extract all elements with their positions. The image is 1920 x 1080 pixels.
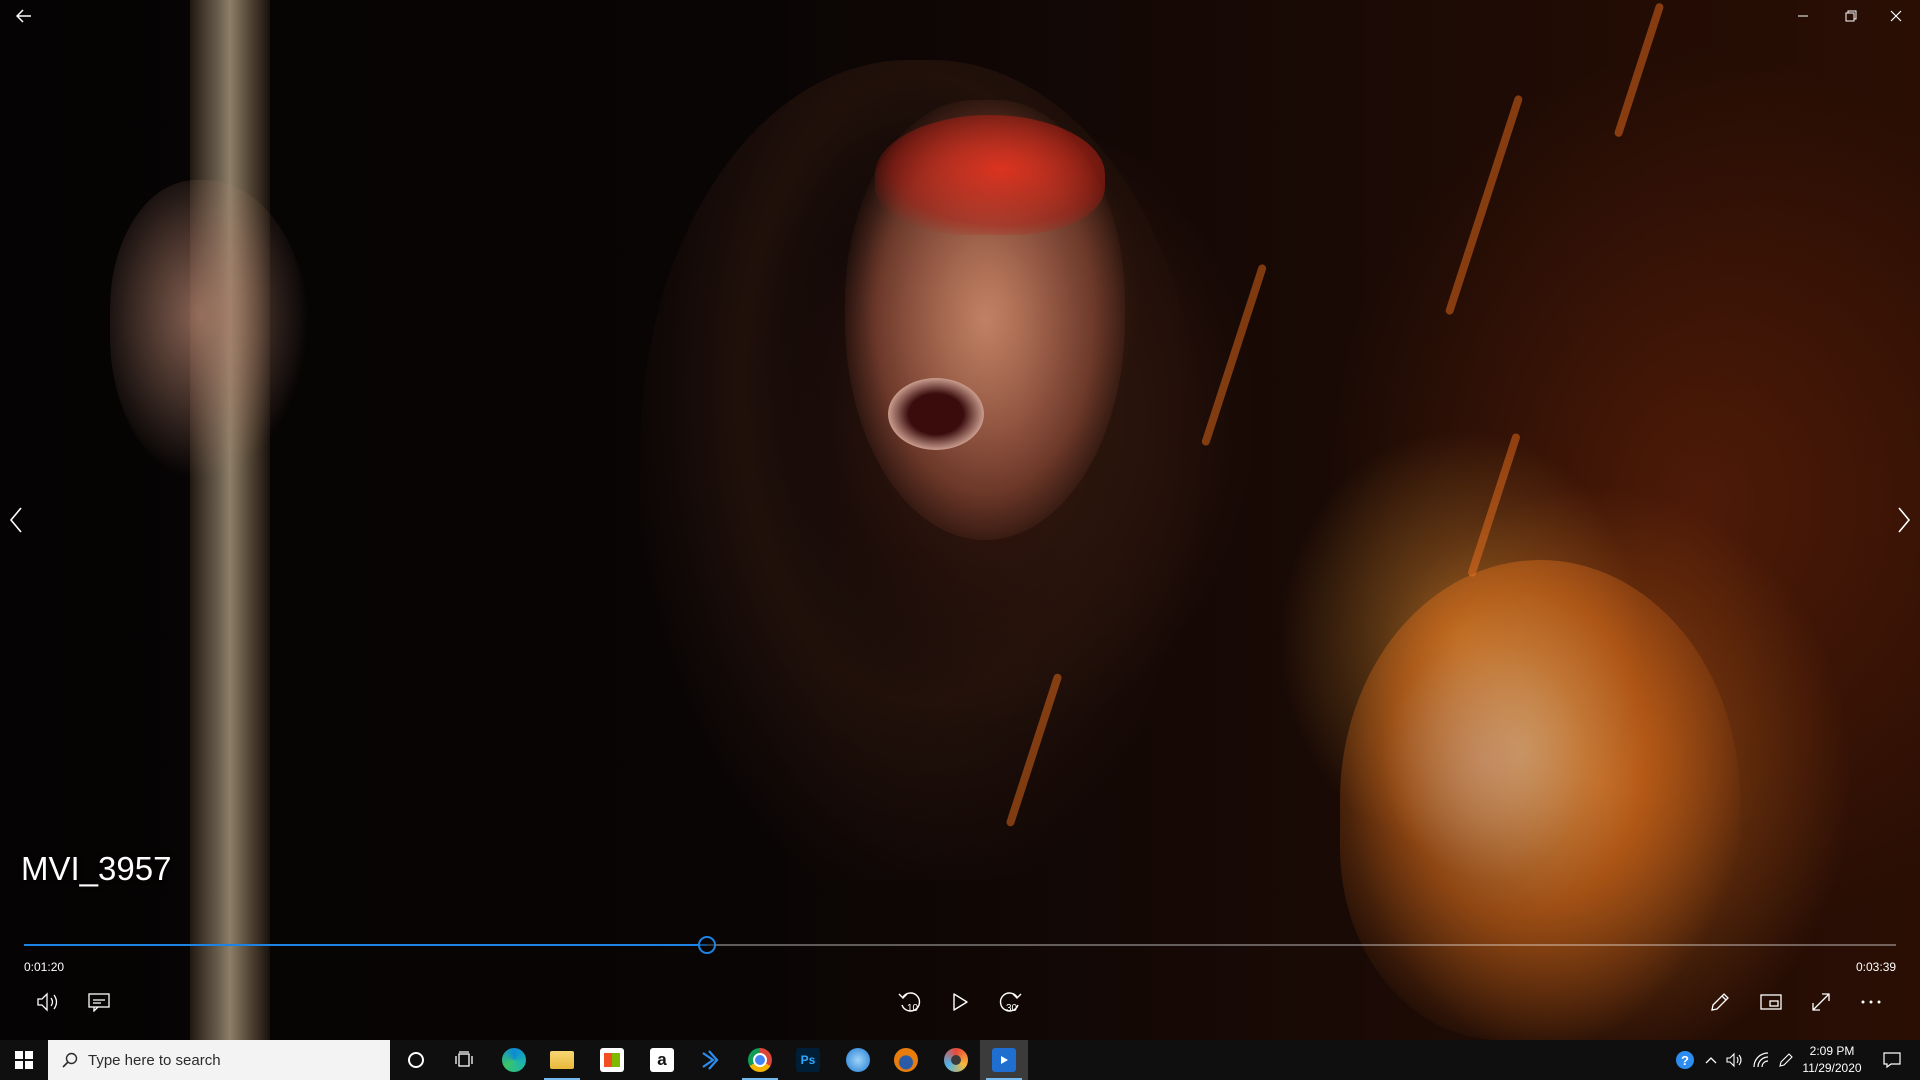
network-tray-button[interactable] [1748,1040,1774,1080]
video-face-paint [875,115,1105,235]
clock-time: 2:09 PM [1809,1044,1855,1058]
taskbar-blender[interactable] [882,1040,930,1080]
restore-button[interactable] [1832,0,1870,32]
subtitles-button[interactable] [77,984,121,1020]
pen-icon [1711,993,1729,1011]
visual-studio-icon [702,1050,719,1070]
seek-progress [24,944,707,946]
taskbar-clock[interactable]: 2:09 PM 11/29/2020 [1796,1043,1868,1077]
volume-icon [37,992,58,1012]
chrome-icon [748,1048,772,1072]
search-placeholder: Type here to search [88,1051,221,1069]
more-options-button[interactable] [1849,984,1893,1020]
pen-workspace-icon [1779,1053,1793,1067]
more-icon [1861,1000,1881,1004]
seek-bar[interactable] [24,930,1896,960]
amazon-icon: a [650,1048,674,1072]
volume-tray-button[interactable] [1722,1040,1748,1080]
elapsed-time: 0:01:20 [24,960,65,974]
rewind-10-label: 10 [907,1003,919,1014]
task-view-icon [455,1051,473,1067]
edge-icon [502,1048,526,1072]
help-icon: ? [1676,1051,1694,1069]
fullscreen-icon [1812,993,1830,1011]
mini-view-icon [1760,994,1782,1010]
video-staff [190,0,270,1040]
taskbar-chrome[interactable] [736,1040,784,1080]
thunderbird-icon [846,1048,870,1072]
edit-create-button[interactable] [1698,984,1742,1020]
speaker-icon [1726,1052,1742,1068]
notifications-icon [1883,1052,1901,1068]
cortana-button[interactable] [392,1040,440,1080]
volume-button[interactable] [26,984,70,1020]
search-icon [62,1052,78,1068]
play-icon [953,993,968,1011]
blender-icon [894,1048,918,1072]
taskbar-edge[interactable] [490,1040,538,1080]
minimize-button[interactable] [1784,0,1822,32]
video-hand-left [110,180,310,480]
video-title: MVI_3957 [21,850,172,887]
start-button[interactable] [0,1040,48,1080]
cortana-icon [408,1052,424,1068]
back-button[interactable] [8,2,40,30]
video-ember [1444,94,1524,316]
taskbar: Type here to search a Ps ? 2:09 PM 11/29… [0,1040,1920,1080]
notifications-button[interactable] [1872,1040,1912,1080]
taskbar-davinci-resolve[interactable] [932,1040,980,1080]
minimize-icon [1798,15,1808,17]
video-frame[interactable] [0,0,1920,1040]
rewind-10-button[interactable]: 10 [888,984,932,1020]
taskbar-store[interactable] [588,1040,636,1080]
seek-thumb[interactable] [698,936,716,954]
chevron-left-icon [9,507,22,533]
taskbar-search[interactable]: Type here to search [48,1040,390,1080]
store-icon [600,1048,624,1072]
previous-video-button[interactable] [2,500,30,540]
chevron-right-icon [1898,507,1911,533]
pen-workspace-button[interactable] [1774,1040,1798,1080]
next-video-button[interactable] [1890,500,1918,540]
video-ember [1467,432,1521,578]
mini-view-button[interactable] [1749,984,1793,1020]
video-hand-right [1380,640,1590,880]
network-icon [1753,1052,1769,1068]
restore-icon [1845,10,1857,22]
clock-date: 11/29/2020 [1802,1061,1862,1075]
video-ember [1613,2,1665,138]
photoshop-icon: Ps [796,1048,820,1072]
forward-30-icon: 30 [999,992,1022,1014]
taskbar-thunderbird[interactable] [834,1040,882,1080]
video-subject-mouth [888,378,984,450]
show-hidden-icons-button[interactable] [1700,1040,1722,1080]
fullscreen-button[interactable] [1799,984,1843,1020]
davinci-resolve-icon [944,1048,968,1072]
taskbar-file-explorer[interactable] [538,1040,586,1080]
task-view-button[interactable] [440,1040,488,1080]
back-arrow-icon [16,9,31,23]
taskbar-photoshop[interactable]: Ps [784,1040,832,1080]
taskbar-visual-studio[interactable] [686,1040,734,1080]
rewind-10-icon: 10 [898,992,921,1014]
chevron-up-icon [1705,1057,1717,1064]
forward-30-button[interactable]: 30 [988,984,1032,1020]
video-ember [1200,263,1268,447]
help-button[interactable]: ? [1670,1040,1700,1080]
folder-icon [550,1051,574,1069]
play-button[interactable] [938,984,982,1020]
close-button[interactable] [1876,0,1916,32]
forward-30-label: 30 [1006,1003,1018,1014]
movies-tv-icon [992,1048,1016,1072]
taskbar-amazon[interactable]: a [638,1040,686,1080]
subtitles-icon [88,993,110,1012]
total-duration: 0:03:39 [1856,960,1897,974]
taskbar-movies-tv[interactable] [980,1040,1028,1080]
close-icon [1890,10,1902,22]
windows-logo-icon [15,1051,33,1069]
